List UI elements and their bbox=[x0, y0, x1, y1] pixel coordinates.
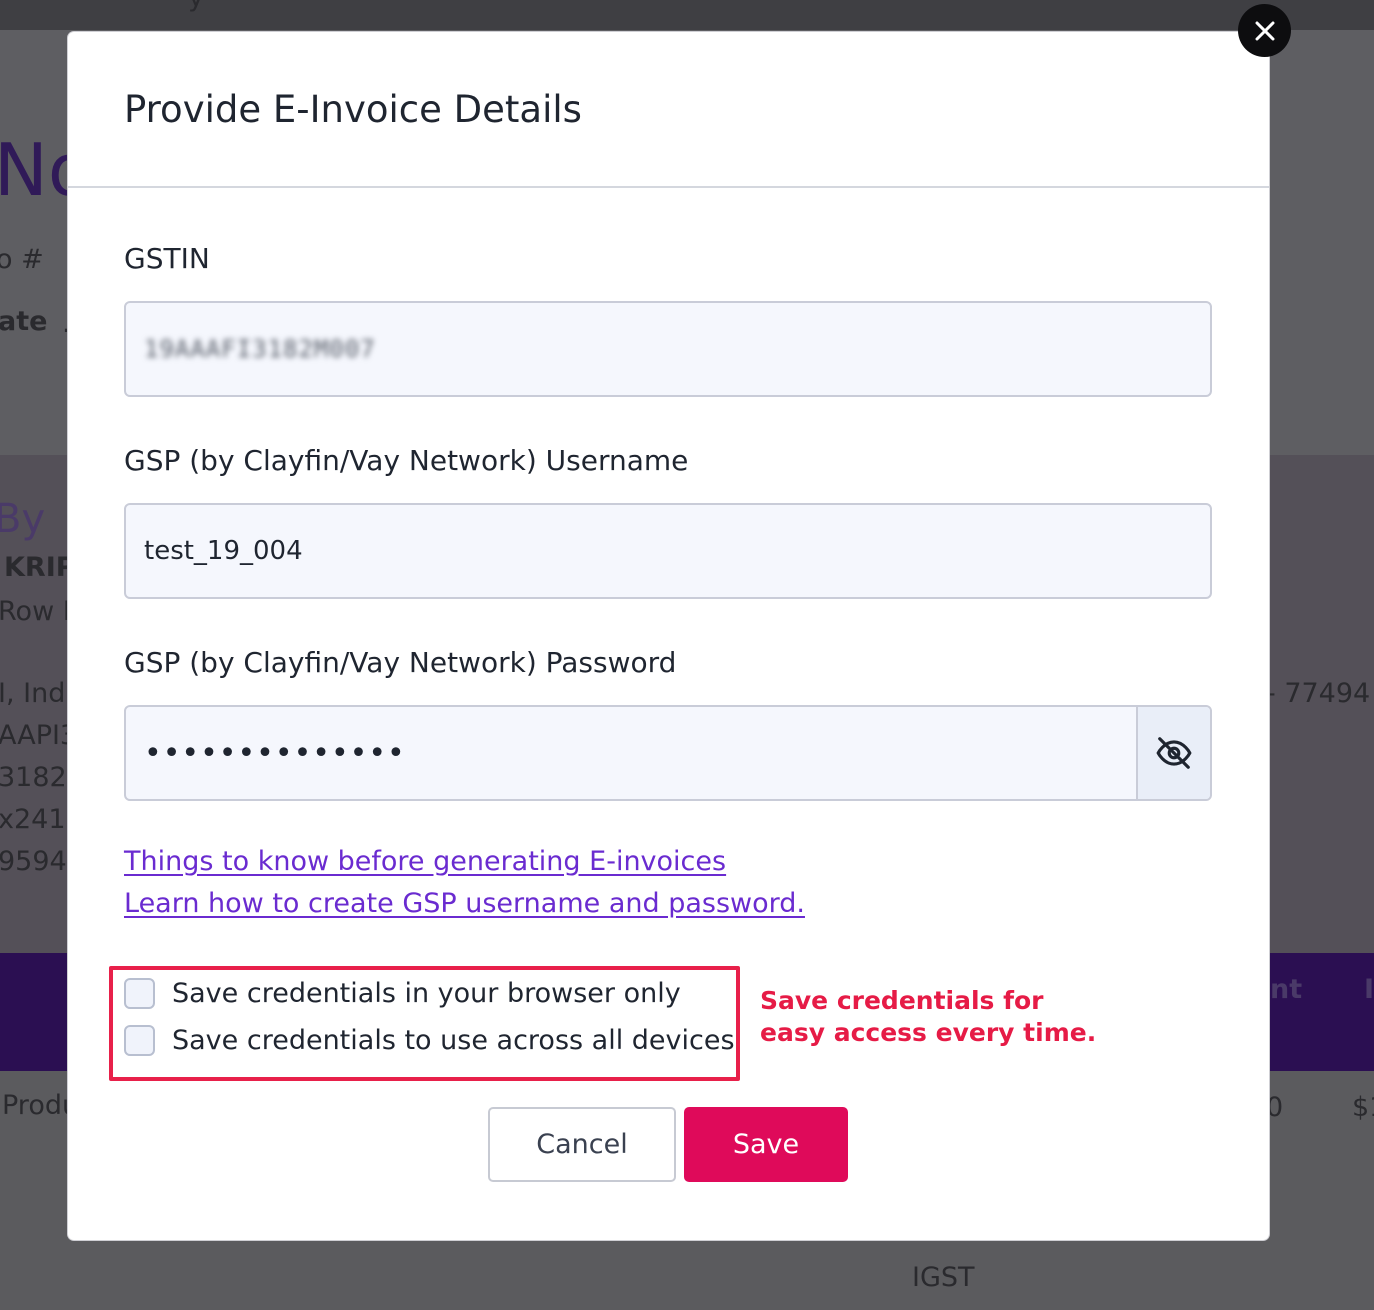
gstin-field[interactable]: 19AAAFI3182M007 bbox=[124, 301, 1212, 397]
things-to-know-link[interactable]: Things to know before generating E-invoi… bbox=[124, 846, 726, 877]
close-modal-button[interactable] bbox=[1238, 4, 1291, 57]
save-all-devices-option[interactable]: Save credentials to use across all devic… bbox=[124, 1025, 735, 1056]
save-browser-only-option[interactable]: Save credentials in your browser only bbox=[124, 978, 681, 1009]
background-phone-right: - 77494 bbox=[1266, 678, 1371, 709]
e-invoice-modal: Provide E-Invoice Details GSTIN 19AAAFI3… bbox=[68, 32, 1269, 1240]
background-gstin: AAPI3 bbox=[0, 720, 78, 751]
background-billed-by: By bbox=[0, 496, 46, 542]
save-all-devices-label: Save credentials to use across all devic… bbox=[172, 1025, 735, 1056]
background-table-header-2: I bbox=[1364, 974, 1374, 1005]
save-browser-only-label: Save credentials in your browser only bbox=[172, 978, 681, 1009]
eye-slash-icon bbox=[1156, 737, 1192, 769]
modal-title: Provide E-Invoice Details bbox=[124, 88, 582, 131]
background-number-label: o # bbox=[0, 244, 44, 275]
cancel-button[interactable]: Cancel bbox=[488, 1107, 676, 1182]
background-topbar: y bbox=[0, 0, 1374, 30]
password-field[interactable]: •••••••••••••• bbox=[124, 705, 1212, 801]
password-label: GSP (by Clayfin/Vay Network) Password bbox=[124, 646, 677, 679]
background-address-2: I, Indi bbox=[0, 678, 73, 709]
background-table-header-1: nt bbox=[1270, 974, 1303, 1005]
background-company: KRIP bbox=[4, 552, 76, 583]
gstin-label: GSTIN bbox=[124, 242, 210, 275]
background-row-value-2: $1 bbox=[1352, 1092, 1374, 1123]
learn-gsp-credentials-link[interactable]: Learn how to create GSP username and pas… bbox=[124, 888, 805, 919]
username-value: test_19_004 bbox=[144, 536, 303, 566]
modal-header: Provide E-Invoice Details bbox=[68, 32, 1269, 188]
save-browser-only-checkbox[interactable] bbox=[124, 978, 155, 1009]
gstin-value: 19AAAFI3182M007 bbox=[144, 335, 376, 363]
background-topbar-text: y bbox=[188, 0, 204, 13]
background-date-label: ate bbox=[0, 306, 48, 337]
username-label: GSP (by Clayfin/Vay Network) Username bbox=[124, 444, 689, 477]
toggle-password-visibility-button[interactable] bbox=[1136, 707, 1210, 799]
save-button[interactable]: Save bbox=[684, 1107, 848, 1182]
save-credentials-annotation: Save credentials for easy access every t… bbox=[760, 986, 1097, 1047]
save-all-devices-checkbox[interactable] bbox=[124, 1025, 155, 1056]
password-value: •••••••••••••• bbox=[144, 735, 406, 771]
username-field[interactable]: test_19_004 bbox=[124, 503, 1212, 599]
background-tax-label: IGST bbox=[912, 1262, 975, 1293]
close-icon bbox=[1255, 21, 1274, 40]
